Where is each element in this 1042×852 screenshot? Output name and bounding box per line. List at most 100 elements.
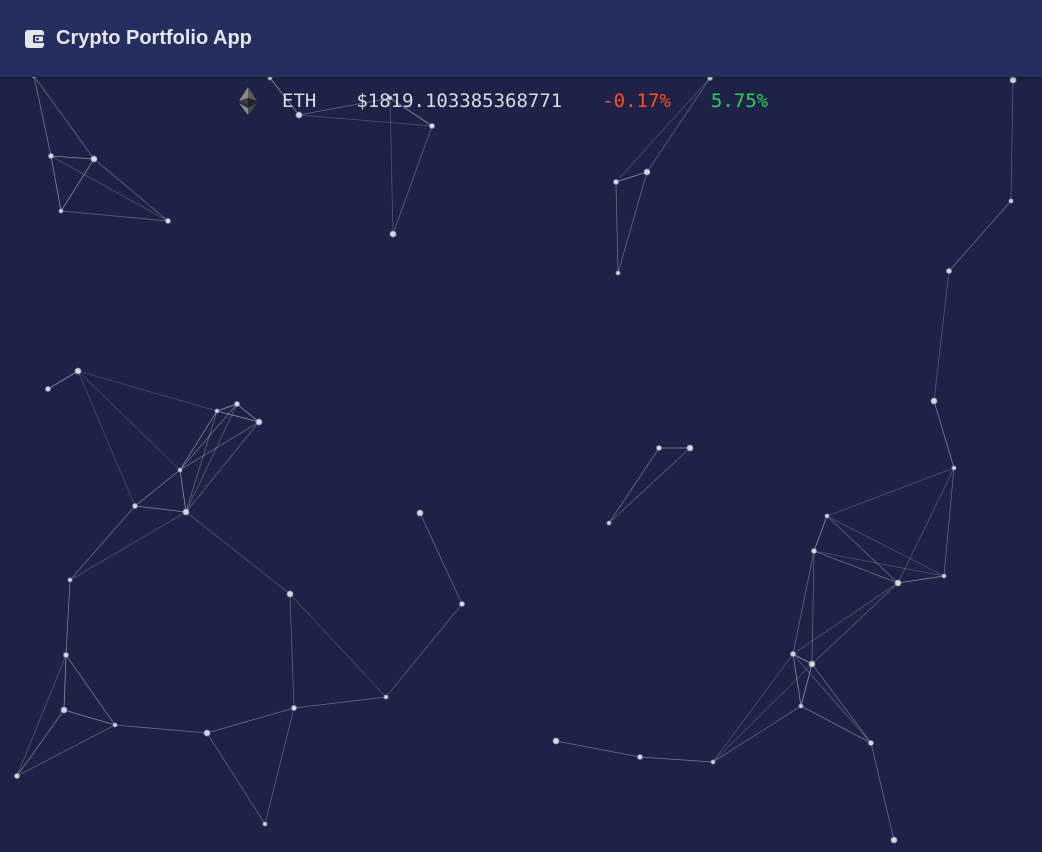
wallet-icon (25, 29, 44, 48)
network-node (74, 367, 82, 375)
network-link (293, 696, 387, 709)
network-link (60, 158, 95, 212)
network-link (69, 505, 136, 581)
network-link (134, 505, 187, 513)
network-node (686, 444, 694, 452)
network-link (826, 515, 899, 584)
network-node (234, 401, 240, 407)
network-node (291, 705, 297, 711)
network-link (185, 410, 218, 513)
network-link (179, 421, 260, 471)
network-node (45, 386, 51, 392)
network-link (792, 582, 899, 655)
network-link (608, 447, 691, 524)
app-header: Crypto Portfolio App (0, 0, 1042, 77)
network-link (792, 653, 872, 744)
price-change-short: -0.17% (602, 90, 671, 112)
network-link (289, 593, 387, 698)
network-node (14, 773, 20, 779)
price-change-long: 5.75% (710, 90, 769, 112)
network-node (710, 759, 716, 765)
network-link (639, 756, 714, 763)
network-node (67, 577, 73, 583)
network-node (60, 706, 68, 714)
network-node (389, 230, 397, 238)
network-link (179, 410, 218, 471)
network-link (63, 709, 116, 726)
ethereum-icon (239, 87, 257, 115)
network-link (712, 705, 802, 763)
coin-symbol: ETH (282, 90, 317, 112)
network-node (63, 652, 69, 658)
network-link (289, 593, 295, 709)
network-link (813, 515, 828, 552)
network-link (800, 663, 813, 707)
network-link (419, 512, 463, 605)
background-particle-network (14, 73, 1017, 844)
network-link (69, 511, 187, 581)
network-link (16, 724, 116, 777)
network-link (50, 155, 169, 222)
network-node (656, 445, 662, 451)
network-node (808, 660, 816, 668)
network-link (77, 370, 136, 507)
network-node (1009, 76, 1017, 84)
network-node (165, 218, 171, 224)
network-link (712, 663, 813, 763)
network-link (93, 158, 169, 222)
network-link (264, 707, 295, 825)
network-node (811, 548, 817, 554)
network-link (50, 155, 62, 212)
coin-price: $1819.103385368771 (356, 90, 563, 112)
network-node (177, 467, 183, 473)
network-node (798, 703, 804, 709)
network-node (262, 821, 268, 827)
network-node (615, 270, 621, 276)
network-link (16, 654, 67, 777)
network-link (813, 550, 945, 577)
ticker-row: ETH $1819.103385368771 -0.17% 5.75% (236, 84, 768, 118)
network-node (824, 513, 830, 519)
network-link (1010, 79, 1014, 202)
network-link (63, 654, 67, 711)
network-node (58, 208, 64, 214)
network-link (811, 663, 872, 744)
network-link (933, 270, 950, 402)
network-link (826, 467, 955, 517)
network-link (47, 370, 79, 390)
network-node (552, 737, 560, 745)
network-link (50, 155, 95, 160)
network-link (179, 469, 187, 513)
network-node (890, 836, 898, 844)
network-node (429, 123, 435, 129)
network-link (185, 511, 291, 595)
network-link (792, 550, 815, 655)
network-link (389, 97, 394, 235)
network-link (206, 707, 295, 734)
network-node (637, 754, 643, 760)
network-node (946, 268, 952, 274)
network-node (182, 508, 190, 516)
network-node (203, 729, 211, 737)
network-link (392, 125, 433, 235)
network-link (948, 200, 1012, 272)
network-node (132, 503, 138, 509)
network-link (712, 653, 794, 763)
network-node (383, 694, 389, 700)
network-node (48, 153, 54, 159)
network-link (134, 469, 181, 507)
network-link (811, 582, 899, 665)
network-node (868, 740, 874, 746)
network-node (112, 722, 118, 728)
network-link (943, 467, 955, 577)
network-link (65, 654, 116, 726)
network-node (606, 520, 612, 526)
network-node (643, 168, 651, 176)
app-title: Crypto Portfolio App (56, 27, 252, 49)
network-node (459, 601, 465, 607)
network-link (813, 550, 899, 584)
network-link (385, 603, 463, 698)
app-brand[interactable]: Crypto Portfolio App (24, 27, 252, 50)
network-node (416, 509, 424, 517)
network-node (613, 179, 619, 185)
